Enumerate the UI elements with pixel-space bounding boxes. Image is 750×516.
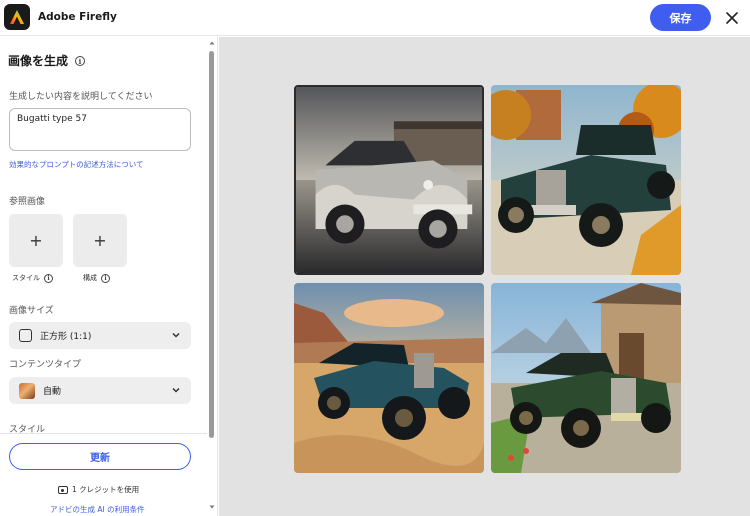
square-icon <box>19 329 32 342</box>
composition-reference-label: 構成 i <box>83 273 110 283</box>
image-canvas <box>219 37 750 516</box>
plus-icon: + <box>29 231 43 250</box>
content-type-thumbnail-icon <box>19 382 35 399</box>
credit-info: 1 クレジットを使用 <box>58 484 139 495</box>
update-button[interactable]: 更新 <box>9 443 191 470</box>
close-icon[interactable] <box>722 8 742 28</box>
generate-panel: 画像を生成 i 生成したい内容を説明してください Bugatti type 57… <box>0 37 218 516</box>
app-title: Adobe Firefly <box>38 11 117 23</box>
credit-icon <box>58 485 68 494</box>
sidebar-scrollbar[interactable] <box>209 51 214 438</box>
top-bar: Adobe Firefly 保存 <box>0 0 750 36</box>
style-reference-label: スタイル i <box>12 273 53 283</box>
plus-icon: + <box>93 231 107 250</box>
car-image-4[interactable] <box>491 283 681 473</box>
prompt-label: 生成したい内容を説明してください <box>9 92 153 102</box>
content-type-value: 自動 <box>43 387 62 397</box>
car-image-3[interactable] <box>294 283 484 473</box>
prompt-input[interactable]: Bugatti type 57 <box>9 108 191 151</box>
image-size-select[interactable]: 正方形 (1:1) <box>9 322 191 349</box>
info-icon[interactable]: i <box>75 56 85 66</box>
reference-image-label: 参照画像 <box>9 197 46 207</box>
panel-title: 画像を生成 <box>8 54 69 68</box>
info-icon[interactable]: i <box>44 273 53 283</box>
image-size-value: 正方形 (1:1) <box>40 332 92 342</box>
car-image-2[interactable] <box>491 85 681 275</box>
content-type-select[interactable]: 自動 <box>9 377 191 404</box>
chevron-down-icon <box>172 387 180 393</box>
style-label-text: スタイル <box>12 274 40 282</box>
add-style-reference-button[interactable]: + <box>9 214 63 267</box>
chevron-down-icon <box>172 332 180 338</box>
car-image-1[interactable] <box>294 85 484 275</box>
save-button[interactable]: 保存 <box>650 4 711 31</box>
credit-text: 1 クレジットを使用 <box>72 485 140 494</box>
firefly-logo-icon <box>4 4 30 30</box>
terms-link[interactable]: アドビの生成 AI の利用条件 <box>50 504 145 515</box>
scroll-up-icon[interactable] <box>209 40 215 46</box>
content-type-label: コンテンツタイプ <box>9 360 82 370</box>
prompt-help-link[interactable]: 効果的なプロンプトの記述方法について <box>9 159 144 170</box>
divider <box>0 433 207 434</box>
image-size-label: 画像サイズ <box>9 306 54 316</box>
scroll-down-icon[interactable] <box>209 504 215 510</box>
composition-label-text: 構成 <box>83 274 97 282</box>
info-icon[interactable]: i <box>101 273 110 283</box>
add-composition-reference-button[interactable]: + <box>73 214 127 267</box>
